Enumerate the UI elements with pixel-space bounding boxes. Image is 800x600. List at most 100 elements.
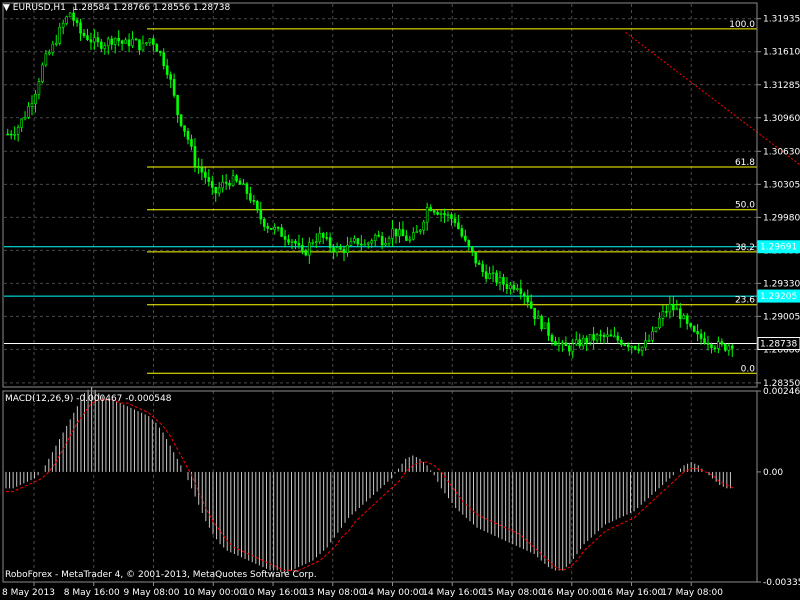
candle-body xyxy=(127,39,131,47)
candle-body xyxy=(675,308,679,311)
candle-body xyxy=(387,238,391,244)
price-level-tag-text: 1.28738 xyxy=(760,340,797,350)
candle-body xyxy=(106,38,110,47)
candle-body xyxy=(308,242,311,256)
candle-body xyxy=(204,171,207,178)
candle-body xyxy=(439,213,443,215)
candle-body xyxy=(609,334,613,337)
time-tick-label: 8 May 2013 xyxy=(2,588,55,598)
candle-body xyxy=(183,125,186,132)
candle-body xyxy=(349,241,353,246)
candle-body xyxy=(529,301,533,309)
macd-tick-label: -0.003352 xyxy=(763,578,800,588)
candle-body xyxy=(401,229,405,237)
candle-body xyxy=(578,339,582,347)
candle-body xyxy=(620,339,623,345)
candle-body xyxy=(665,311,668,313)
candle-body xyxy=(564,342,568,346)
candle-body xyxy=(568,345,571,352)
candlesticks xyxy=(6,6,734,359)
candle-body xyxy=(432,210,436,213)
candle-body xyxy=(339,247,342,250)
fibo-level-label: 23.6 xyxy=(735,296,755,306)
macd-frame xyxy=(2,390,758,583)
candle-body xyxy=(699,333,703,339)
price-level-tag-text: 1.29691 xyxy=(760,243,797,253)
candle-body xyxy=(654,327,658,332)
candle-body xyxy=(356,238,360,245)
candle-body xyxy=(13,134,16,136)
candle-body xyxy=(595,334,599,341)
candle-body xyxy=(314,241,318,243)
candle-body xyxy=(460,228,464,237)
candle-body xyxy=(259,209,263,220)
candle-body xyxy=(602,334,606,337)
candle-body xyxy=(155,44,159,52)
candle-body xyxy=(228,182,231,186)
candle-body xyxy=(273,226,276,230)
candle-body xyxy=(113,37,117,45)
chart-canvas[interactable]: 1.31935 1.31610 1.31285 1.30960 1.30630 1.303… xyxy=(0,0,800,600)
candle-body xyxy=(543,322,547,330)
candle-body xyxy=(630,345,634,348)
time-tick-label: 8 May 16:00 xyxy=(64,588,120,598)
fibo-level-label: 50.0 xyxy=(735,201,755,211)
candle-body xyxy=(210,181,214,188)
candle-body xyxy=(512,284,516,290)
candle-body xyxy=(588,334,592,343)
candle-body xyxy=(592,334,595,341)
candle-body xyxy=(360,243,363,246)
candle-body xyxy=(58,26,62,44)
candle-body xyxy=(519,288,523,295)
candle-body xyxy=(574,339,578,345)
candle-body xyxy=(366,242,370,245)
fibonacci-retracement[interactable] xyxy=(147,28,757,374)
horizontal-levels[interactable] xyxy=(4,246,757,345)
candle-body xyxy=(100,41,103,49)
candle-body xyxy=(214,186,218,194)
menu-arrow-icon[interactable]: ▼ xyxy=(3,3,10,13)
candle-body xyxy=(727,345,731,351)
fibo-level-label: 38.2 xyxy=(735,243,755,253)
candle-body xyxy=(79,22,82,34)
candle-body xyxy=(616,335,620,341)
candle-body xyxy=(464,235,467,241)
candle-body xyxy=(509,284,512,290)
candle-body xyxy=(145,42,148,44)
candle-body xyxy=(484,271,488,279)
candle-body xyxy=(65,16,68,24)
candle-body xyxy=(685,315,689,324)
macd-title: MACD(12,26,9) -0.000467 -0.000548 xyxy=(5,394,172,404)
candle-body xyxy=(134,38,138,41)
candle-body xyxy=(391,228,394,239)
price-tick-label: 1.30630 xyxy=(763,147,800,157)
candle-body xyxy=(266,226,270,229)
candle-body xyxy=(96,37,100,43)
candle-body xyxy=(301,244,304,251)
candle-body xyxy=(644,340,647,348)
candle-body xyxy=(429,207,432,212)
time-tick-label: 14 May 16:00 xyxy=(422,588,484,598)
price-tick-label: 1.31285 xyxy=(763,81,800,91)
candle-body xyxy=(522,293,526,297)
candle-body xyxy=(450,214,453,220)
candle-body xyxy=(453,218,457,224)
candle-body xyxy=(370,240,374,244)
candle-body xyxy=(190,139,193,147)
candle-body xyxy=(661,311,665,319)
candle-body xyxy=(599,334,602,337)
price-tick-label: 1.30305 xyxy=(763,180,800,190)
candle-body xyxy=(668,304,672,313)
candle-body xyxy=(328,237,332,248)
candle-body xyxy=(72,12,75,21)
candle-body xyxy=(706,342,710,345)
candle-body xyxy=(169,74,172,80)
candle-body xyxy=(37,81,41,95)
candle-body xyxy=(516,288,519,290)
candle-body xyxy=(470,246,474,253)
candle-body xyxy=(550,335,554,342)
candle-body xyxy=(9,133,13,136)
candle-body xyxy=(186,130,190,140)
copyright-text: RoboForex - MetaTrader 4, © 2001-2013, M… xyxy=(5,570,317,580)
candle-body xyxy=(477,262,481,265)
